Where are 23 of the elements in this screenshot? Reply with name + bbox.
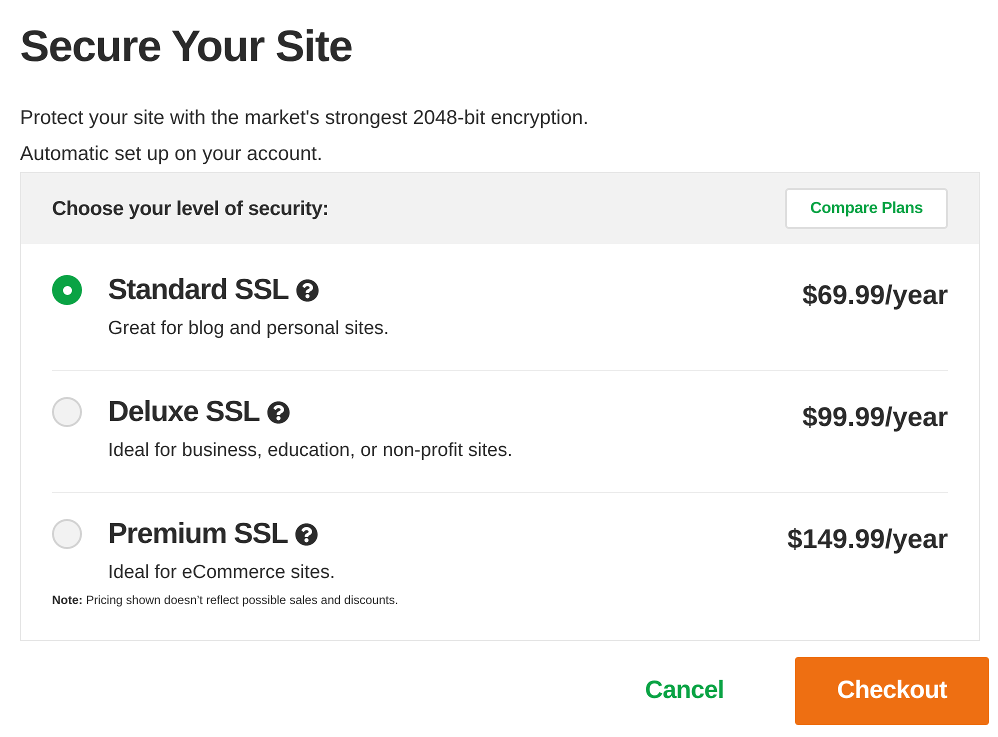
intro-text: Protect your site with the market's strongest 2048-bit encryption. [20,106,589,131]
plan-description: Great for blog and personal sites. [108,317,389,341]
plan-description: Ideal for business, education, or non-profit sites. [108,439,513,463]
radio-button[interactable] [52,275,82,305]
compare-plans-button[interactable]: Compare Plans [785,188,948,229]
plan-name: Premium SSL [108,517,288,552]
radio-button[interactable] [52,519,82,549]
plan-price: $149.99/year [787,523,948,556]
plan-name: Standard SSL [108,273,289,308]
intro-text: Automatic set up on your account. [20,142,322,167]
plan-price: $99.99/year [802,401,948,434]
cancel-button[interactable]: Cancel [633,657,736,725]
radio-button[interactable] [52,397,82,427]
plan-price: $69.99/year [802,279,948,312]
plan-description: Ideal for eCommerce sites. [108,561,336,585]
plan-name: Deluxe SSL [108,395,260,430]
pricing-note: Note: Pricing shown doesn’t reflect possible sales and discounts. [52,592,398,608]
help-icon[interactable] [266,400,290,424]
checkout-button[interactable]: Checkout [795,657,989,725]
dialog-title: Secure Your Site [20,21,352,73]
help-icon[interactable] [296,278,319,302]
help-icon[interactable] [294,522,318,546]
panel-heading: Choose your level of security: [52,196,329,222]
